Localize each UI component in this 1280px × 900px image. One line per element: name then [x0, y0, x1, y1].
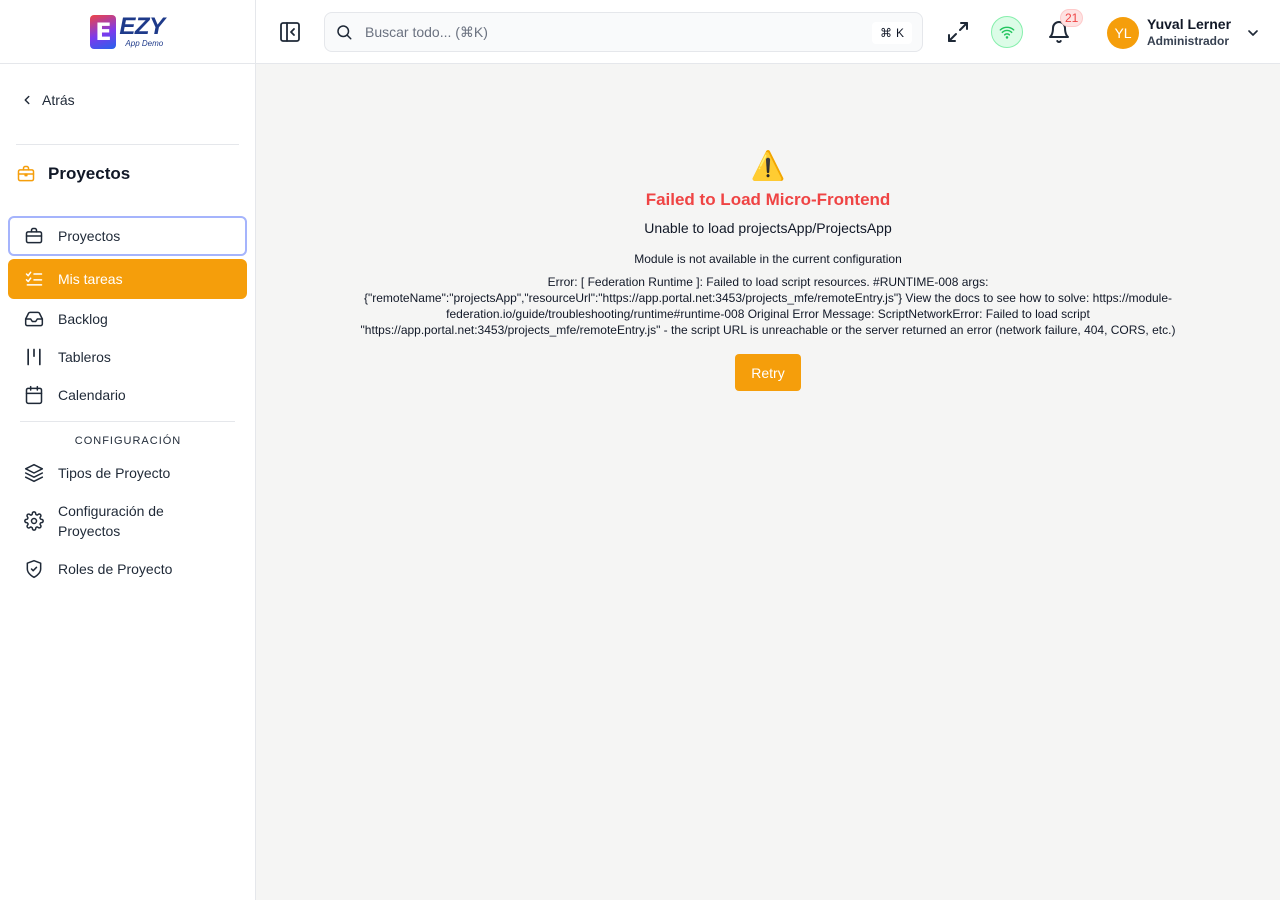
back-link[interactable]: Atrás — [20, 92, 75, 108]
inbox-icon — [24, 311, 44, 327]
user-menu[interactable]: YL Yuval Lerner Administrador — [1107, 16, 1261, 50]
search-bar[interactable]: ⌘ K — [324, 12, 923, 52]
app-logo[interactable]: E EZY App Demo — [90, 13, 165, 49]
search-input[interactable] — [365, 24, 845, 40]
sidebar-item-proyectos[interactable]: Proyectos — [8, 216, 247, 256]
logo-area: E EZY App Demo — [0, 0, 255, 64]
sidebar-item-calendario[interactable]: Calendario — [8, 375, 247, 415]
warning-icon: ⚠️ — [750, 150, 786, 181]
sidebar-toggle-icon[interactable] — [278, 20, 302, 44]
briefcase-icon — [17, 165, 35, 182]
error-panel: ⚠️ Failed to Load Micro-Frontend Unable … — [316, 144, 1220, 391]
logo-wordmark: EZY — [119, 13, 165, 40]
chevron-left-icon — [24, 95, 30, 105]
retry-button[interactable]: Retry — [735, 354, 801, 391]
section-title: Proyectos — [48, 164, 131, 183]
sidebar-item-label: Roles de Proyecto — [58, 561, 173, 577]
logo-mark: E — [90, 14, 117, 49]
sidebar-item-roles-de-proyecto[interactable]: Roles de Proyecto — [8, 549, 247, 589]
error-subtitle: Unable to load projectsApp/ProjectsApp — [644, 220, 892, 236]
calendar-icon — [25, 385, 43, 405]
sidebar-item-label: Configuración de Proyectos — [58, 503, 164, 539]
avatar: YL — [1107, 17, 1139, 49]
search-icon — [337, 25, 352, 40]
user-name: Yuval Lerner — [1147, 16, 1232, 32]
command-key-icon: ⌘ — [879, 26, 892, 40]
sidebar-item-label: Proyectos — [58, 228, 121, 244]
user-role: Administrador — [1147, 34, 1230, 48]
fullscreen-icon[interactable] — [946, 20, 970, 44]
sidebar-item-tipos-de-proyecto[interactable]: Tipos de Proyecto — [8, 453, 247, 493]
task-list-icon — [25, 271, 43, 286]
top-bar: ⌘ K 21 YL Yuval Lerner Administrador — [256, 0, 1280, 64]
layers-icon — [24, 463, 44, 483]
search-shortcut-hint: ⌘ K — [871, 22, 912, 44]
config-section-label: CONFIGURACIÓN — [74, 435, 182, 447]
sidebar: E EZY App Demo Atrás Proyectos Proyectos… — [0, 0, 256, 900]
sidebar-item-label: Mis tareas — [58, 271, 123, 287]
error-title: Failed to Load Micro-Frontend — [645, 190, 891, 209]
notification-badge: 21 — [1060, 9, 1084, 27]
sidebar-item-label: Tableros — [58, 349, 111, 365]
error-message: Module is not available in the current c… — [634, 252, 902, 266]
back-label: Atrás — [42, 92, 75, 108]
sidebar-item-label: Calendario — [58, 387, 126, 403]
chevron-down-icon — [1248, 30, 1258, 36]
gear-icon — [24, 511, 44, 531]
divider — [16, 144, 239, 145]
divider — [20, 421, 235, 422]
wifi-icon — [999, 26, 1015, 39]
shield-check-icon — [26, 559, 42, 579]
main-content: ⚠️ Failed to Load Micro-Frontend Unable … — [256, 64, 1280, 900]
shortcut-key: K — [895, 26, 904, 40]
connection-status[interactable] — [991, 16, 1023, 48]
sidebar-item-configuracion-de-proyectos[interactable]: Configuración de Proyectos — [8, 494, 247, 548]
error-detail: Error: [ Federation Runtime ]: Failed to… — [360, 275, 1176, 337]
sidebar-item-mis-tareas[interactable]: Mis tareas — [8, 259, 247, 299]
sidebar-item-label: Tipos de Proyecto — [58, 465, 171, 481]
logo-tagline: App Demo — [125, 39, 164, 48]
briefcase-icon — [25, 227, 43, 244]
section-header: Proyectos — [16, 164, 130, 184]
sidebar-item-backlog[interactable]: Backlog — [8, 299, 247, 339]
sidebar-item-label: Backlog — [58, 311, 108, 327]
columns-icon — [27, 348, 41, 366]
sidebar-item-tableros[interactable]: Tableros — [8, 337, 247, 377]
